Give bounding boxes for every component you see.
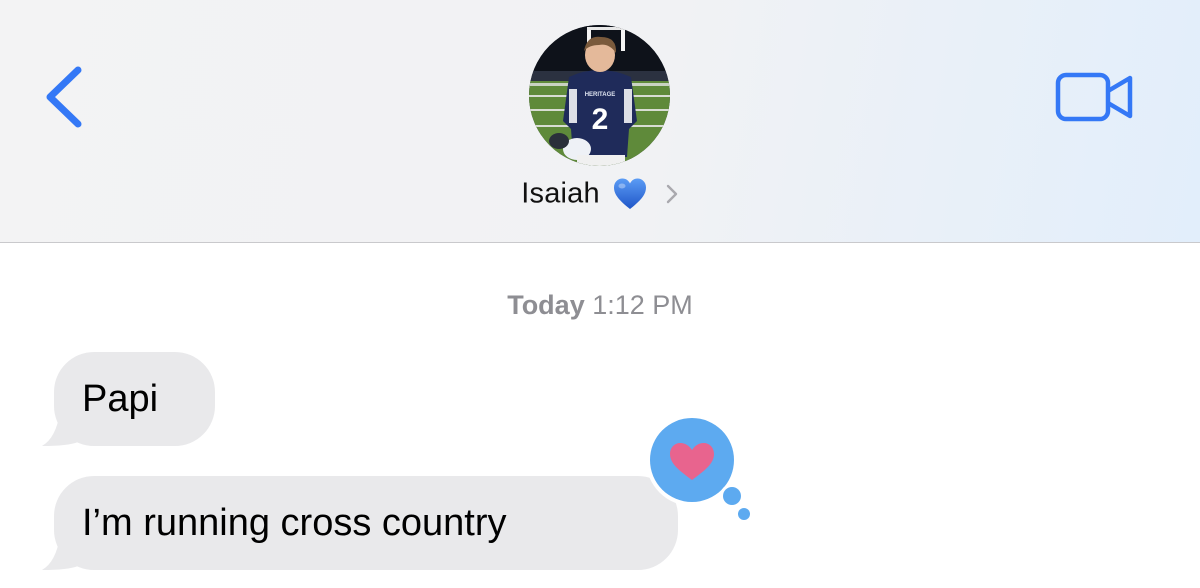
video-camera-icon	[1055, 72, 1133, 122]
message-bubble[interactable]: Papi	[54, 352, 215, 446]
timestamp-time: 1:12 PM	[592, 290, 693, 320]
message-text: I’m running cross country	[82, 502, 507, 544]
blue-heart-icon	[614, 178, 647, 209]
message-timestamp: Today 1:12 PM	[0, 290, 1200, 321]
chevron-right-icon	[666, 184, 677, 204]
contact-name-row[interactable]: Isaiah	[0, 176, 1200, 220]
timestamp-day: Today	[507, 290, 585, 320]
heart-tapback-reaction[interactable]	[640, 410, 752, 526]
conversation-header: HERITAGE 2 Isaiah	[0, 0, 1200, 243]
message-text: Papi	[82, 378, 159, 420]
back-button[interactable]	[40, 64, 88, 130]
contact-name: Isaiah	[521, 177, 600, 210]
chevron-left-icon	[46, 66, 82, 128]
avatar-jersey-number: 2	[592, 103, 609, 136]
video-call-button[interactable]	[1054, 70, 1136, 124]
message-bubble[interactable]: I’m running cross country	[54, 476, 678, 570]
avatar-jersey-text: HERITAGE	[585, 92, 616, 98]
contact-avatar[interactable]: HERITAGE 2	[529, 25, 670, 166]
